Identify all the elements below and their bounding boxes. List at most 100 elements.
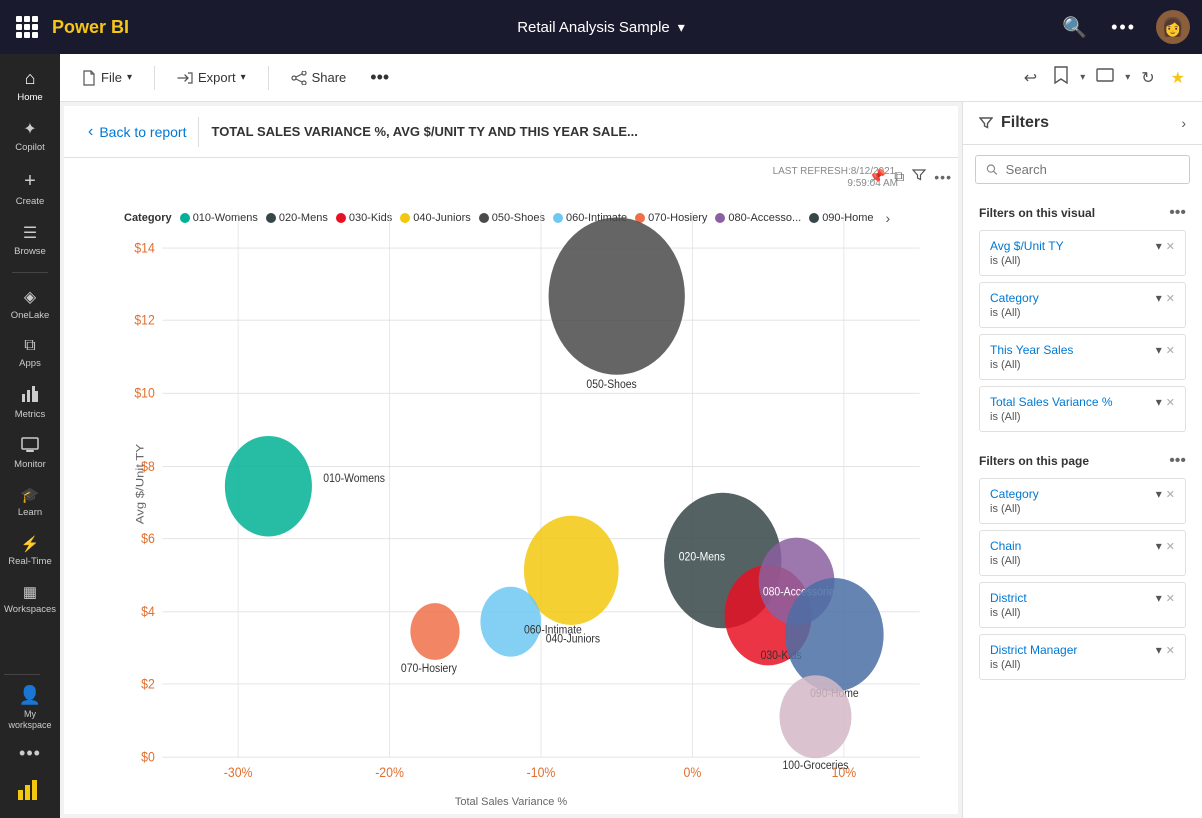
more-toolbar-button[interactable]: ••• <box>364 62 395 93</box>
filter-cat-clear[interactable]: ✕ <box>1166 292 1175 305</box>
export-button[interactable]: Export ▾ <box>167 65 256 90</box>
svg-text:020-Mens: 020-Mens <box>679 551 726 564</box>
page-filters-more[interactable]: ••• <box>1169 452 1186 470</box>
refresh-button[interactable]: ↻ <box>1136 63 1159 93</box>
filters-search-container[interactable] <box>975 155 1190 184</box>
bubble-home[interactable] <box>785 578 883 692</box>
view-mode-button[interactable] <box>1091 63 1119 92</box>
sidebar-label-copilot: Copilot <box>15 142 45 153</box>
filter-category-visual-header: Category ▾ ✕ <box>990 291 1175 305</box>
favorite-button[interactable]: ★ <box>1166 63 1190 93</box>
visual-filters-more[interactable]: ••• <box>1169 204 1186 222</box>
more-options-nav-button[interactable]: ••• <box>1107 13 1140 42</box>
share-icon <box>291 71 307 85</box>
filter-chain-chevron[interactable]: ▾ <box>1156 539 1162 553</box>
filter-district-clear[interactable]: ✕ <box>1166 592 1175 605</box>
browse-icon: ☰ <box>23 223 37 243</box>
filter-tys-actions: ▾ ✕ <box>1156 343 1175 357</box>
bubble-hosiery[interactable] <box>410 603 459 660</box>
undo-button[interactable]: ↩ <box>1019 63 1042 93</box>
filters-expand-button[interactable]: › <box>1181 115 1186 131</box>
my-workspace-icon: 👤 <box>19 685 41 706</box>
sidebar-item-onelake[interactable]: ◈ OneLake <box>4 281 56 327</box>
sidebar-item-workspaces[interactable]: ▦ Workspaces <box>4 577 56 621</box>
filter-cat-page-chevron[interactable]: ▾ <box>1156 487 1162 501</box>
filter-icon <box>912 168 926 182</box>
learn-icon: 🎓 <box>21 486 40 504</box>
back-to-report-button[interactable]: ‹ Back to report <box>76 117 199 147</box>
sidebar-item-browse[interactable]: ☰ Browse <box>4 217 56 263</box>
filter-avg-clear[interactable]: ✕ <box>1166 240 1175 253</box>
sidebar-item-metrics[interactable]: Metrics <box>4 379 56 426</box>
report-title-container: Retail Analysis Sample ▾ <box>517 19 685 36</box>
filter-category-page-header: Category ▾ ✕ <box>990 487 1175 501</box>
filter-avg-chevron[interactable]: ▾ <box>1156 239 1162 253</box>
bookmark-button[interactable] <box>1048 61 1074 94</box>
copy-icon-btn[interactable]: ⧉ <box>892 166 906 187</box>
svg-text:-20%: -20% <box>375 764 404 779</box>
sidebar-item-home[interactable]: ⌂ Home <box>4 62 56 109</box>
onelake-icon: ◈ <box>24 287 36 307</box>
filter-avg-actions: ▾ ✕ <box>1156 239 1175 253</box>
bubble-groceries[interactable] <box>780 675 852 758</box>
filter-chain-value: is (All) <box>990 555 1175 567</box>
bubble-shoes[interactable] <box>549 217 685 374</box>
filter-tsv-clear[interactable]: ✕ <box>1166 396 1175 409</box>
sidebar-label-home: Home <box>17 92 42 103</box>
filter-cat-page-value: is (All) <box>990 503 1175 515</box>
bubble-womens[interactable] <box>225 436 312 537</box>
filter-avg-unit-ty: Avg $/Unit TY ▾ ✕ is (All) <box>979 230 1186 276</box>
sidebar-item-monitor[interactable]: Monitor <box>4 431 56 476</box>
chart-panel: ‹ Back to report TOTAL SALES VARIANCE %,… <box>64 106 958 814</box>
sidebar-item-apps[interactable]: ⧉ Apps <box>4 331 56 375</box>
sidebar-item-myworkspace[interactable]: 👤 Myworkspace <box>4 679 56 737</box>
sidebar-item-powerbi[interactable] <box>4 770 56 810</box>
breadcrumb-title: TOTAL SALES VARIANCE %, AVG $/UNIT TY AN… <box>211 124 637 139</box>
filter-cat-page-actions: ▾ ✕ <box>1156 487 1175 501</box>
more-chart-btn[interactable]: ••• <box>932 166 954 187</box>
bubble-intimate[interactable] <box>480 587 541 657</box>
home-icon: ⌂ <box>25 68 36 89</box>
filters-search-icon <box>986 163 998 176</box>
grid-icon <box>16 16 38 38</box>
apps-icon: ⧉ <box>24 337 35 355</box>
file-button[interactable]: File ▾ <box>72 65 142 91</box>
sidebar-item-more[interactable]: ••• <box>4 737 56 770</box>
sidebar-item-realtime[interactable]: ⚡ Real-Time <box>4 529 56 573</box>
share-button[interactable]: Share <box>281 65 357 90</box>
filter-tsv-chevron[interactable]: ▾ <box>1156 395 1162 409</box>
user-avatar[interactable]: 👩 <box>1156 10 1190 44</box>
nav-right-actions: 🔍 ••• 👩 <box>1058 10 1190 44</box>
export-chevron: ▾ <box>241 72 246 83</box>
view-chevron[interactable]: ▾ <box>1125 72 1130 83</box>
report-title-chevron[interactable]: ▾ <box>678 19 685 36</box>
grid-menu-button[interactable] <box>12 12 42 42</box>
filter-icon-btn[interactable] <box>910 166 928 187</box>
top-nav: Power BI Retail Analysis Sample ▾ 🔍 ••• … <box>0 0 1202 54</box>
filter-cat-chevron[interactable]: ▾ <box>1156 291 1162 305</box>
filter-dm-clear[interactable]: ✕ <box>1166 644 1175 657</box>
sidebar-item-create[interactable]: + Create <box>4 164 56 213</box>
sidebar-item-learn[interactable]: 🎓 Learn <box>4 480 56 524</box>
breadcrumb-bar: ‹ Back to report TOTAL SALES VARIANCE %,… <box>64 106 958 158</box>
search-nav-button[interactable]: 🔍 <box>1058 11 1091 44</box>
filter-cat-page-clear[interactable]: ✕ <box>1166 488 1175 501</box>
pin-icon-btn[interactable]: 📌 <box>867 166 888 187</box>
filters-search-input[interactable] <box>1006 162 1179 177</box>
filter-district-chevron[interactable]: ▾ <box>1156 591 1162 605</box>
filter-chain-clear[interactable]: ✕ <box>1166 540 1175 553</box>
bookmark-chevron[interactable]: ▾ <box>1080 72 1085 83</box>
filter-tsv-actions: ▾ ✕ <box>1156 395 1175 409</box>
svg-text:100-Groceries: 100-Groceries <box>783 760 849 773</box>
monitor-icon <box>21 437 39 456</box>
report-area: ‹ Back to report TOTAL SALES VARIANCE %,… <box>60 102 1202 818</box>
filter-avg-value: is (All) <box>990 255 1175 267</box>
sidebar-item-copilot[interactable]: ✦ Copilot <box>4 113 56 159</box>
filter-dm-chevron[interactable]: ▾ <box>1156 643 1162 657</box>
filter-panel-icon <box>979 116 993 130</box>
filter-tys-clear[interactable]: ✕ <box>1166 344 1175 357</box>
filter-district: District ▾ ✕ is (All) <box>979 582 1186 628</box>
svg-text:070-Hosiery: 070-Hosiery <box>401 662 457 675</box>
svg-text:$14: $14 <box>134 240 155 256</box>
filter-tys-chevron[interactable]: ▾ <box>1156 343 1162 357</box>
